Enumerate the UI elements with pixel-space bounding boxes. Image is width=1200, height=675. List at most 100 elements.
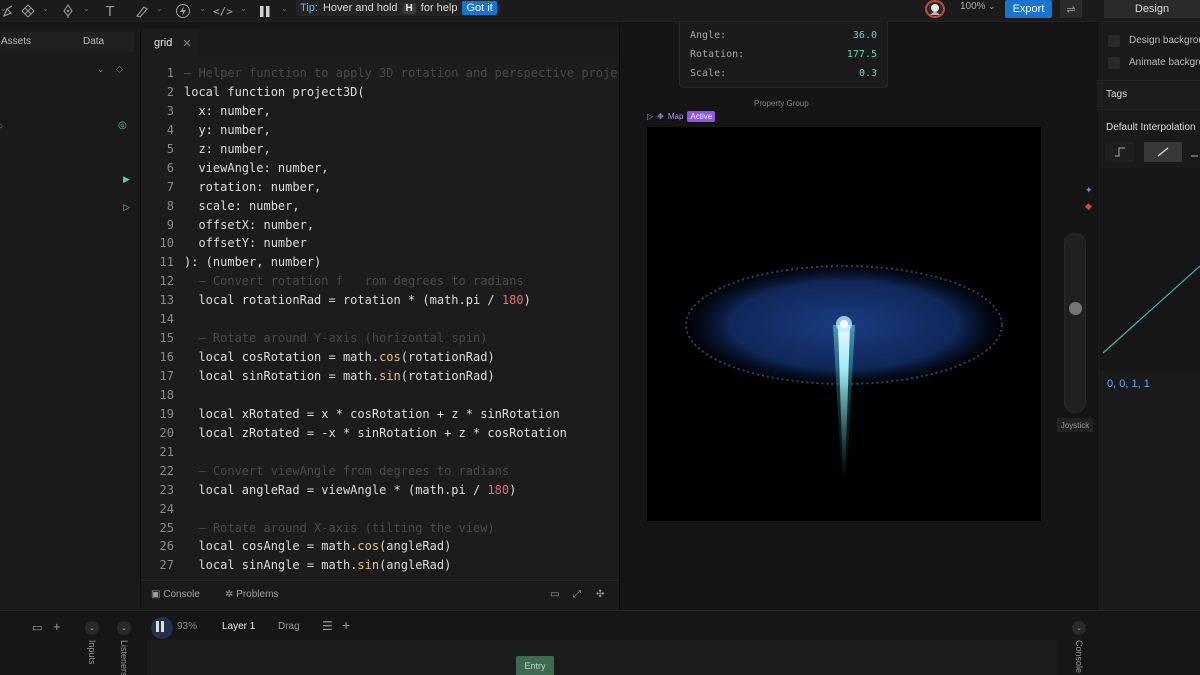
format-icon[interactable]: ✣ bbox=[596, 589, 604, 600]
interpolation-values[interactable]: 0, 0, 1, 1 bbox=[1107, 378, 1150, 390]
console-tab[interactable]: ▣ Console bbox=[151, 589, 200, 600]
avatar[interactable] bbox=[925, 0, 945, 18]
code-text[interactable]: local zRotated = -x * sinRotation + z * … bbox=[174, 424, 566, 443]
menu-icon[interactable]: ☰ bbox=[322, 619, 333, 633]
text-tool-icon[interactable]: T bbox=[102, 2, 118, 20]
code-text[interactable]: local angleRad = viewAngle * (math.pi / … bbox=[174, 481, 516, 500]
prop-scale[interactable]: Scale: 0.3 bbox=[690, 68, 877, 79]
code-line[interactable]: 20 local zRotated = -x * sinRotation + z… bbox=[141, 424, 619, 443]
code-line[interactable]: 5 z: number, bbox=[141, 140, 619, 159]
play-filled-icon[interactable]: ▶ bbox=[123, 174, 130, 185]
code-text[interactable]: y: number, bbox=[174, 121, 270, 140]
code-line[interactable]: 27 local sinAngle = math.sin(angleRad) bbox=[141, 556, 619, 575]
code-line[interactable]: 24 bbox=[141, 500, 619, 519]
chevron-down-icon[interactable]: ⌄ bbox=[83, 4, 90, 13]
chevron-down-icon[interactable]: ⌄ bbox=[97, 64, 105, 75]
code-icon[interactable]: </> bbox=[213, 2, 233, 20]
prop-rotation-value[interactable]: 177.5 bbox=[847, 49, 877, 60]
got-it-button[interactable]: Got it bbox=[462, 1, 497, 15]
code-text[interactable] bbox=[174, 500, 184, 519]
prop-angle-value[interactable]: 36.0 bbox=[853, 30, 877, 41]
problems-tab[interactable]: ✲ Problems bbox=[225, 589, 278, 600]
code-line[interactable]: 19 local xRotated = x * cosRotation + z … bbox=[141, 405, 619, 424]
listeners-label[interactable]: Listeners bbox=[119, 640, 129, 675]
component-icon[interactable]: ✦ bbox=[1085, 185, 1093, 196]
code-text[interactable]: ): (number, number) bbox=[174, 253, 321, 272]
code-text[interactable]: rotation: number, bbox=[174, 178, 321, 197]
code-text[interactable]: local sinAngle = math.sin(angleRad) bbox=[174, 556, 451, 575]
code-text[interactable]: — Convert viewAngle from degrees to radi… bbox=[174, 462, 509, 481]
code-line[interactable]: 18 bbox=[141, 386, 619, 405]
swap-icon[interactable]: ⇌ bbox=[1060, 0, 1082, 18]
timeline-zoom[interactable]: 93% bbox=[177, 621, 197, 632]
code-text[interactable]: — Helper function to apply 3D rotation a… bbox=[174, 64, 654, 83]
tag-icon[interactable]: ⬦ bbox=[116, 64, 123, 75]
tab-design[interactable]: Design bbox=[1104, 0, 1200, 18]
component-icon[interactable] bbox=[20, 2, 36, 20]
code-text[interactable]: offsetX: number, bbox=[174, 216, 314, 235]
code-text[interactable]: — Rotate around Y-axis (horizontal spin) bbox=[174, 329, 487, 348]
animate-background-checkbox[interactable] bbox=[1108, 57, 1120, 69]
zoom-level[interactable]: 100% ⌄ bbox=[960, 1, 995, 12]
tab-layer-1[interactable]: Layer 1 bbox=[222, 621, 255, 632]
code-text[interactable]: — Rotate around X-axis (tilting the view… bbox=[174, 519, 494, 538]
code-line[interactable]: 8 scale: number, bbox=[141, 197, 619, 216]
expand-icon[interactable]: ⤢ bbox=[573, 589, 581, 600]
vector-pen-icon[interactable] bbox=[60, 2, 76, 20]
console-label[interactable]: Console bbox=[1074, 640, 1084, 673]
code-line[interactable]: 17 local sinRotation = math.sin(rotation… bbox=[141, 367, 619, 386]
code-line[interactable]: 23 local angleRad = viewAngle * (math.pi… bbox=[141, 481, 619, 500]
folder-icon[interactable]: ▭ bbox=[32, 621, 42, 634]
inputs-label[interactable]: Inputs bbox=[87, 640, 97, 665]
chevron-down-icon[interactable]: ⌄ bbox=[240, 4, 247, 13]
code-text[interactable]: x: number, bbox=[174, 102, 270, 121]
chevron-down-icon[interactable]: ⌄ bbox=[1072, 621, 1086, 635]
chevron-down-icon[interactable]: ⌄ bbox=[281, 4, 288, 13]
tab-drag[interactable]: Drag bbox=[278, 621, 300, 632]
code-line[interactable]: 2 local function project3D( bbox=[141, 83, 619, 102]
code-line[interactable]: 6 viewAngle: number, bbox=[141, 159, 619, 178]
close-icon[interactable]: ✕ bbox=[182, 37, 191, 50]
chevron-down-icon[interactable]: ⌄ bbox=[0, 4, 7, 13]
code-line[interactable]: 22 — Convert viewAngle from degrees to r… bbox=[141, 462, 619, 481]
joystick-knob[interactable] bbox=[1069, 302, 1082, 315]
code-line[interactable]: 7 rotation: number, bbox=[141, 178, 619, 197]
play-outline-icon[interactable]: ▷ bbox=[647, 112, 653, 121]
step-interpolation-icon[interactable] bbox=[1105, 142, 1134, 162]
code-line[interactable]: 10 offsetY: number bbox=[141, 234, 619, 253]
code-text[interactable]: local xRotated = x * cosRotation + z * s… bbox=[174, 405, 559, 424]
linear-interpolation-icon[interactable] bbox=[1144, 142, 1182, 162]
code-text[interactable]: local cosAngle = math.cos(angleRad) bbox=[174, 537, 451, 556]
render-canvas[interactable] bbox=[647, 127, 1041, 521]
add-icon[interactable]: + bbox=[342, 617, 350, 633]
code-line[interactable]: 3 x: number, bbox=[141, 102, 619, 121]
code-text[interactable] bbox=[174, 310, 184, 329]
chevron-down-icon[interactable]: ⌄ bbox=[156, 4, 163, 13]
chevron-down-icon[interactable]: ⌄ bbox=[85, 621, 99, 635]
tab-data[interactable]: Data bbox=[83, 36, 104, 47]
code-line[interactable]: 25 — Rotate around X-axis (tilting the v… bbox=[141, 519, 619, 538]
code-area[interactable]: 1— Helper function to apply 3D rotation … bbox=[141, 64, 654, 575]
prop-scale-value[interactable]: 0.3 bbox=[859, 68, 877, 79]
code-line[interactable]: 21 bbox=[141, 443, 619, 462]
code-text[interactable]: local sinRotation = math.sin(rotationRad… bbox=[174, 367, 494, 386]
design-background-checkbox[interactable] bbox=[1108, 35, 1120, 47]
pause-icon[interactable] bbox=[155, 621, 165, 635]
pause-icon[interactable] bbox=[258, 2, 272, 20]
chevron-down-icon[interactable]: ⌄ bbox=[42, 4, 49, 13]
code-line[interactable]: 26 local cosAngle = math.cos(angleRad) bbox=[141, 537, 619, 556]
code-text[interactable]: z: number, bbox=[174, 140, 270, 159]
code-line[interactable]: 1— Helper function to apply 3D rotation … bbox=[141, 64, 654, 83]
prop-angle[interactable]: Angle: 36.0 bbox=[690, 30, 877, 41]
code-line[interactable]: 13 local rotationRad = rotation * (math.… bbox=[141, 291, 619, 310]
link-icon[interactable]: ○ bbox=[0, 121, 3, 132]
bolt-icon[interactable] bbox=[174, 2, 192, 20]
code-text[interactable]: offsetY: number bbox=[174, 234, 306, 253]
entry-node[interactable]: Entry bbox=[516, 656, 554, 675]
code-text[interactable]: local cosRotation = math.cos(rotationRad… bbox=[174, 348, 494, 367]
code-line[interactable]: 9 offsetX: number, bbox=[141, 216, 619, 235]
code-text[interactable]: scale: number, bbox=[174, 197, 299, 216]
code-line[interactable]: 16 local cosRotation = math.cos(rotation… bbox=[141, 348, 619, 367]
tab-file-grid[interactable]: grid ✕ bbox=[143, 30, 199, 56]
code-line[interactable]: 12 — Convert rotation f rom degrees to r… bbox=[141, 272, 619, 291]
